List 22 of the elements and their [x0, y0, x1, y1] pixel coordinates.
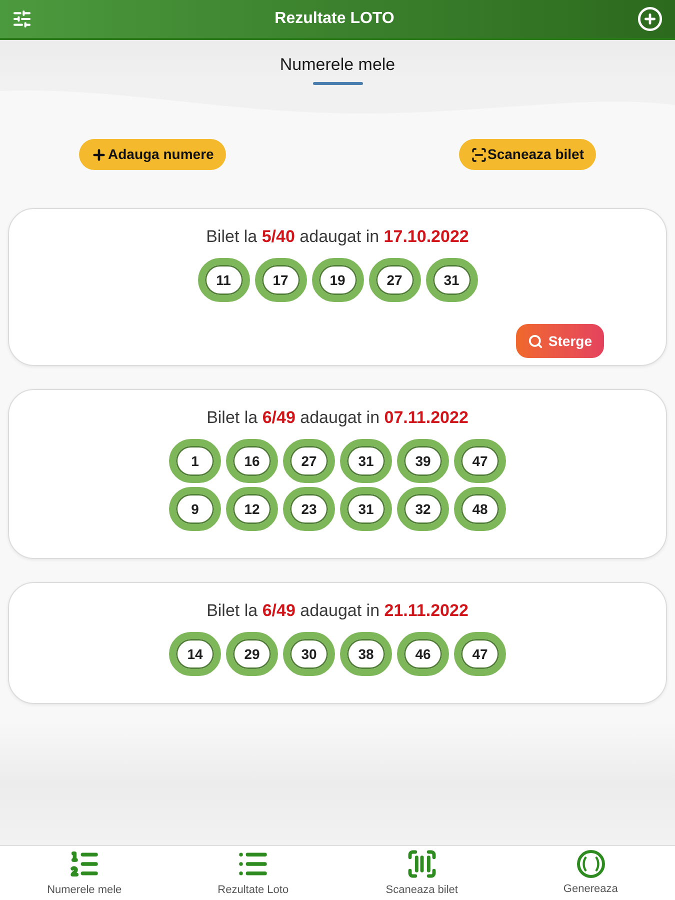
scan-icon [470, 146, 486, 162]
nav-tab[interactable]: Scaneaza bilet [338, 846, 506, 900]
delete-button[interactable]: Sterge [516, 324, 604, 358]
barcode-scan-icon [406, 848, 438, 880]
action-button[interactable]: Adauga numere [79, 139, 226, 170]
ball-icon [576, 848, 606, 879]
search-icon [528, 334, 544, 348]
add-circle-icon [637, 6, 663, 32]
nav-tab[interactable]: Numerele mele [0, 846, 169, 900]
add-button[interactable] [637, 6, 663, 32]
nav-tab[interactable]: Rezultate Loto [168, 846, 338, 900]
page-title: Numerele mele [280, 54, 396, 76]
action-button[interactable]: Scaneaza bilet [458, 139, 596, 170]
title-underline [312, 82, 362, 85]
sliders-icon [12, 9, 32, 29]
app-title: Rezultate LOTO [274, 9, 394, 29]
nav-tab[interactable]: Genereaza [506, 846, 675, 900]
ticket-heading: Bilet la 6/49 adaugat in 21.11.2022 [206, 600, 468, 622]
plus-icon [91, 146, 107, 162]
ticket-heading: Bilet la 5/40 adaugat in 17.10.2022 [206, 226, 469, 248]
settings-button[interactable] [12, 9, 32, 29]
ticket-heading: Bilet la 6/49 adaugat in 07.11.2022 [206, 407, 468, 429]
